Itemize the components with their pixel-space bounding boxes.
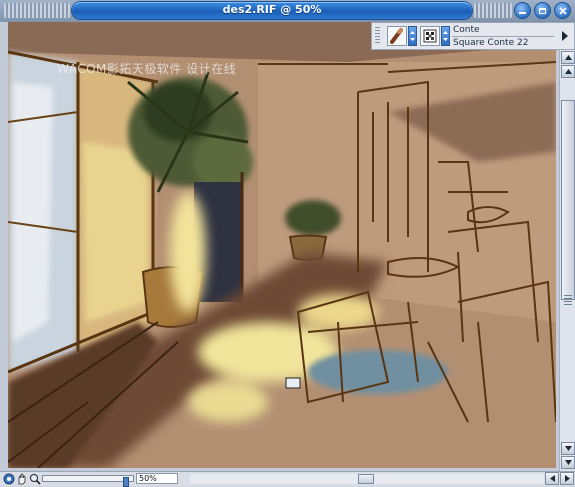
brush-category-dropdown[interactable] — [408, 26, 417, 46]
vertical-scrollbar[interactable] — [559, 50, 575, 471]
hand-grabber-icon[interactable] — [16, 473, 28, 485]
title-pill: des2.RIF @ 50% — [72, 2, 472, 19]
scroll-up-button[interactable] — [561, 51, 575, 64]
watermark-text: WACOM影拓天极软件 设计在线 — [57, 62, 237, 76]
brush-category-label: Conte — [453, 25, 480, 35]
arrow-down-icon — [564, 446, 572, 451]
separator — [452, 36, 554, 37]
arrow-up-icon — [564, 55, 572, 60]
vertical-scroll-thumb[interactable] — [561, 100, 575, 307]
painter-document-window: des2.RIF @ 50% WACOM影拓天极软件 设计在线 Conte Sq… — [0, 0, 575, 487]
conte-stick-icon — [390, 28, 403, 44]
painting-illustration — [8, 22, 556, 468]
title-bar[interactable]: des2.RIF @ 50% — [0, 0, 575, 23]
scroll-down-button[interactable] — [561, 442, 575, 455]
zoom-slider[interactable] — [42, 475, 134, 487]
maximize-icon — [539, 7, 546, 14]
chevron-down-icon — [443, 31, 448, 41]
square-dab-icon — [423, 29, 437, 43]
brush-variant-button[interactable] — [420, 26, 440, 46]
arrow-right-icon — [564, 475, 570, 482]
thumb-grip — [564, 295, 572, 307]
zoom-slider-thumb[interactable] — [123, 477, 129, 487]
close-button[interactable] — [555, 3, 570, 18]
zoom-value-field[interactable]: 50% — [136, 473, 178, 484]
minimize-button[interactable] — [515, 3, 530, 18]
magnifier-icon[interactable] — [29, 473, 41, 485]
title-grip-right — [474, 3, 512, 18]
scroll-left-button[interactable] — [545, 472, 559, 485]
toolbar-grip[interactable] — [375, 27, 380, 45]
brush-property-bar: Conte Square Conte 22 — [371, 22, 575, 50]
arrow-down-icon — [564, 460, 572, 465]
scroll-up-button-2[interactable] — [561, 65, 575, 78]
scroll-down-button-2[interactable] — [561, 456, 575, 469]
chevron-down-icon — [410, 31, 415, 41]
brush-variant-label: Square Conte 22 — [453, 38, 529, 48]
minimize-icon — [519, 11, 526, 14]
color-circle-icon[interactable] — [3, 473, 15, 485]
brush-variant-dropdown[interactable] — [441, 26, 450, 46]
close-icon — [558, 6, 567, 15]
title-grip-left — [4, 3, 70, 18]
maximize-button[interactable] — [535, 3, 550, 18]
drawing-canvas[interactable]: WACOM影拓天极软件 设计在线 — [8, 22, 556, 468]
arrow-left-icon — [549, 475, 555, 482]
status-bar: 50% — [0, 471, 575, 487]
brush-category-button[interactable] — [387, 26, 407, 46]
horizontal-scroll-thumb[interactable] — [358, 474, 374, 484]
scroll-right-button[interactable] — [560, 472, 574, 485]
arrow-up-icon — [564, 69, 572, 74]
expand-arrow-icon[interactable] — [562, 31, 568, 41]
window-title: des2.RIF @ 50% — [222, 3, 322, 16]
